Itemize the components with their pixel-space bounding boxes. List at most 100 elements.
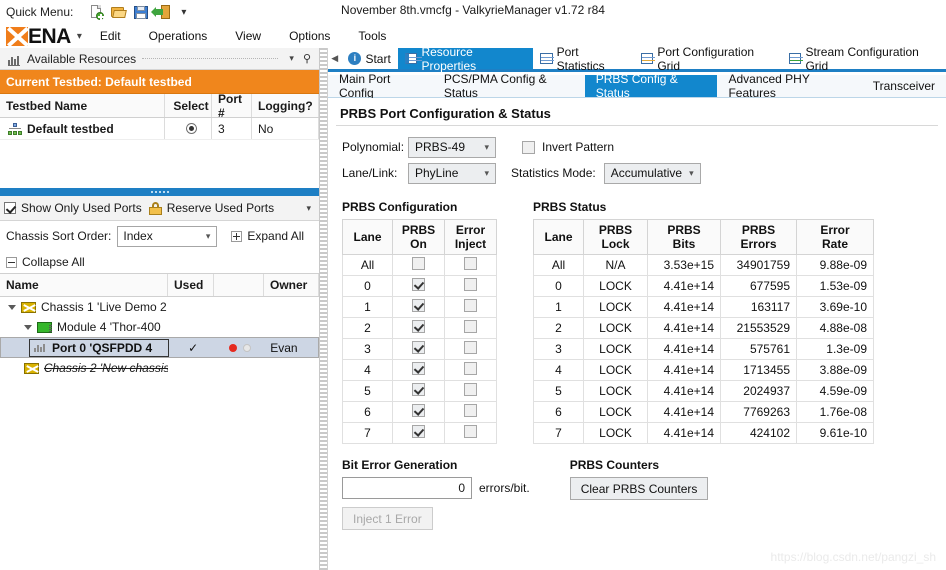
pin-icon[interactable]: ⚲ xyxy=(299,52,315,65)
lane-cell: 7 xyxy=(533,422,584,444)
prbs-lock-cell: LOCK xyxy=(583,422,648,444)
tab-port-statistics[interactable]: Port Statistics xyxy=(533,45,634,73)
expand-all-label[interactable]: Expand All xyxy=(247,229,304,243)
lane-link-row: Lane/Link: PhyLine ▾ Statistics Mode: Ac… xyxy=(342,160,938,186)
tab-port-configuration-grid[interactable]: Port Configuration Grid xyxy=(634,45,782,73)
xena-logo-text: ENA xyxy=(28,24,71,48)
tab-resource-properties[interactable]: Resource Properties xyxy=(397,45,534,73)
prbs-on-checkbox[interactable] xyxy=(412,425,425,438)
error-inject-checkbox[interactable] xyxy=(464,320,477,333)
tab-main-port-config[interactable]: Main Port Config xyxy=(328,72,433,100)
error-inject-checkbox[interactable] xyxy=(464,341,477,354)
error-inject-checkbox-cell xyxy=(444,422,497,444)
table-row: 6 xyxy=(342,401,497,423)
prbs-on-checkbox[interactable] xyxy=(412,320,425,333)
clear-prbs-counters-button[interactable]: Clear PRBS Counters xyxy=(569,477,709,500)
radio-selected-icon[interactable] xyxy=(185,123,197,134)
lane-cell: 3 xyxy=(533,338,584,360)
prbs-on-checkbox[interactable] xyxy=(412,383,425,396)
inject-1-error-button[interactable]: Inject 1 Error xyxy=(342,507,433,530)
show-only-used-ports-checkbox[interactable] xyxy=(4,202,16,214)
polynomial-select[interactable]: PRBS-49 ▾ xyxy=(408,136,496,158)
error-inject-checkbox[interactable] xyxy=(464,278,477,291)
collapse-all-label[interactable]: Collapse All xyxy=(22,255,85,269)
testbed-select-cell[interactable] xyxy=(165,118,212,139)
chassis-sort-select[interactable]: Index ▾ xyxy=(117,225,218,247)
tree-label-wrap: Chassis 2 'New chassis xyxy=(0,361,168,375)
tree-item-chassis-1[interactable]: Chassis 1 'Live Demo 2 xyxy=(0,297,319,317)
main-tab-strip: ◀ i Start Resource Properties Port Stati… xyxy=(328,45,946,73)
prbs-content-panel: PRBS Port Configuration & Status Polynom… xyxy=(328,98,946,570)
prbs-on-checkbox[interactable] xyxy=(412,257,425,270)
menu-item-options[interactable]: Options xyxy=(279,26,340,46)
table-row[interactable]: Default testbed 3 No xyxy=(0,118,319,140)
error-inject-checkbox[interactable] xyxy=(464,383,477,396)
pane-dots-divider xyxy=(142,58,279,59)
tab-pcs-pma-config-status[interactable]: PCS/PMA Config & Status xyxy=(433,72,585,100)
tree-item-module-4[interactable]: Module 4 'Thor-400 xyxy=(0,317,319,337)
expander-icon[interactable] xyxy=(24,324,32,330)
prbs-bits-cell: 4.41e+14 xyxy=(647,422,721,444)
tree-item-chassis-2[interactable]: Chassis 2 'New chassis xyxy=(0,358,319,378)
menu-item-tools[interactable]: Tools xyxy=(348,26,396,46)
col-name: Name xyxy=(0,274,168,296)
prbs-on-checkbox[interactable] xyxy=(412,404,425,417)
error-rate-cell: 1.76e-08 xyxy=(796,401,874,423)
brand-caret-icon[interactable]: ▾ xyxy=(77,31,82,42)
tab-advanced-phy-features[interactable]: Advanced PHY Features xyxy=(717,72,861,100)
lane-link-select[interactable]: PhyLine ▾ xyxy=(408,162,496,184)
options-overflow-caret-icon[interactable]: ▾ xyxy=(306,203,315,214)
exit-icon[interactable] xyxy=(151,4,171,20)
prbs-bits-cell: 4.41e+14 xyxy=(647,275,721,297)
open-folder-icon[interactable] xyxy=(111,4,128,20)
new-document-icon[interactable] xyxy=(89,4,105,20)
collapse-all-row[interactable]: Collapse All xyxy=(0,251,319,273)
error-inject-checkbox[interactable] xyxy=(464,299,477,312)
error-inject-checkbox[interactable] xyxy=(464,362,477,375)
port-label-box[interactable]: Port 0 'QSFPDD 4 xyxy=(29,338,169,357)
chevron-down-icon: ▾ xyxy=(689,167,694,178)
prbs-errors-cell: 575761 xyxy=(720,338,797,360)
expand-all-icon[interactable] xyxy=(231,230,243,242)
statistics-mode-select[interactable]: Accumulative ▾ xyxy=(603,162,701,184)
errors-per-bit-input[interactable]: 0 xyxy=(342,477,472,499)
prbs-on-checkbox[interactable] xyxy=(412,278,425,291)
statistics-mode-value: Accumulative xyxy=(610,166,683,180)
collapse-all-icon[interactable] xyxy=(6,256,17,268)
table-row: 4 LOCK 4.41e+14 1713455 3.88e-09 xyxy=(533,359,874,381)
tab-transceiver[interactable]: Transceiver xyxy=(862,75,946,97)
invert-pattern-checkbox[interactable] xyxy=(522,140,535,154)
tab-start[interactable]: i Start xyxy=(341,48,397,69)
prbs-lock-cell: LOCK xyxy=(583,338,648,360)
menu-item-operations[interactable]: Operations xyxy=(139,26,218,46)
table-row: 0 xyxy=(342,275,497,297)
lane-cell: 0 xyxy=(342,275,393,297)
prbs-bits-cell: 4.41e+14 xyxy=(647,296,721,318)
tree-item-port-0[interactable]: Port 0 'QSFPDD 4 ✓ Evan xyxy=(0,337,319,358)
testbed-logging-cell: No xyxy=(252,118,319,139)
chevron-down-icon[interactable]: ▾ xyxy=(284,53,299,64)
bit-error-generation-section: Bit Error Generation 0 errors/bit. Injec… xyxy=(342,458,530,530)
tab-scroll-left-icon[interactable]: ◀ xyxy=(328,48,341,69)
menu-item-view[interactable]: View xyxy=(225,26,271,46)
error-rate-cell: 4.88e-08 xyxy=(796,317,874,339)
tab-stream-configuration-grid[interactable]: Stream Configuration Grid xyxy=(782,45,946,73)
prbs-on-checkbox[interactable] xyxy=(412,299,425,312)
prbs-configuration-table: Lane PRBS On Error Inject All 0 1 2 3 4 5 6 7 xyxy=(342,219,497,444)
expander-icon[interactable] xyxy=(8,304,16,310)
col-prbs-lock: PRBS Lock xyxy=(583,219,648,255)
prbs-on-checkbox[interactable] xyxy=(412,362,425,375)
lock-icon[interactable] xyxy=(148,201,162,215)
quick-menu-overflow-caret[interactable]: ▾ xyxy=(181,7,186,18)
prbs-on-checkbox[interactable] xyxy=(412,341,425,354)
reserve-used-ports-label[interactable]: Reserve Used Ports xyxy=(167,201,274,215)
splitter-handle[interactable] xyxy=(0,188,319,196)
error-inject-checkbox[interactable] xyxy=(464,425,477,438)
col-error-inject: Error Inject xyxy=(444,219,497,255)
save-icon[interactable] xyxy=(133,4,149,20)
error-inject-checkbox[interactable] xyxy=(464,257,477,270)
error-inject-checkbox[interactable] xyxy=(464,404,477,417)
menu-item-edit[interactable]: Edit xyxy=(90,26,131,46)
pane-splitter[interactable] xyxy=(320,48,328,570)
tab-prbs-config-status[interactable]: PRBS Config & Status xyxy=(584,72,718,100)
